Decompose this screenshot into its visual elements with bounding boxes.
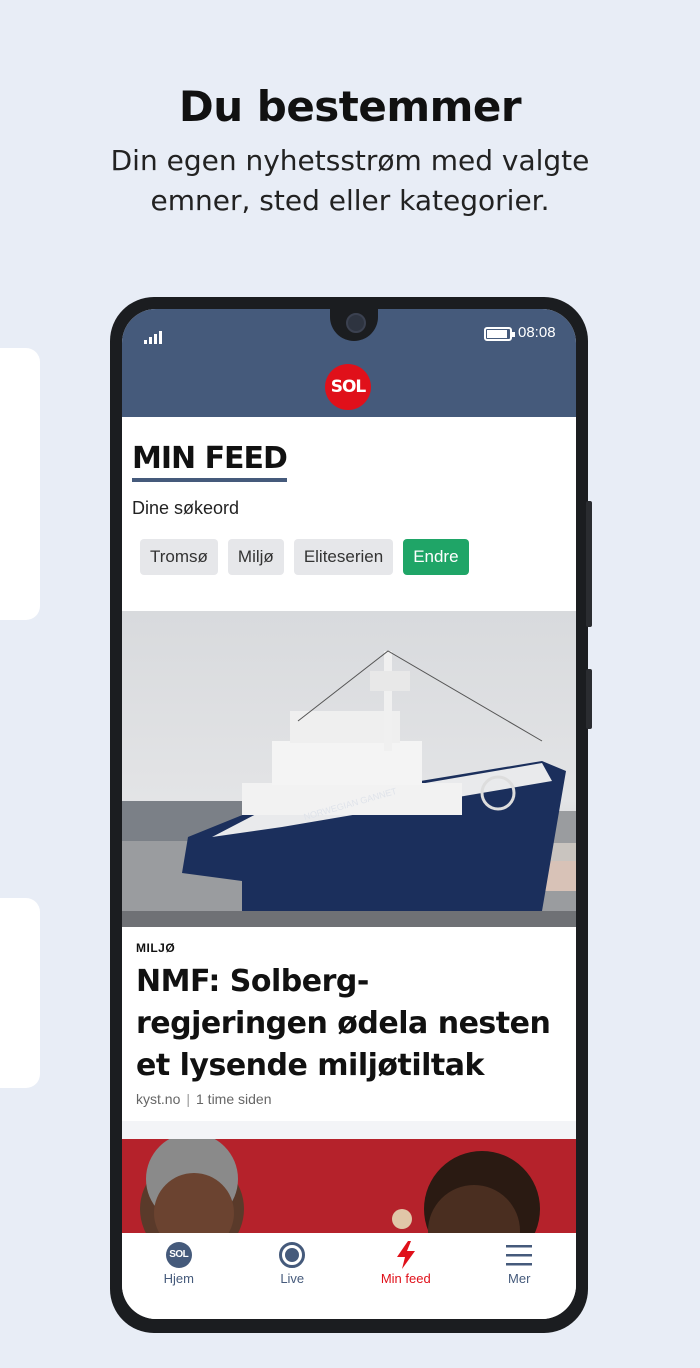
phone-frame: 08:08 SOL MIN FEED Dine søkeord Tromsø M… xyxy=(110,297,592,1333)
side-card-top xyxy=(0,348,40,620)
promo-title: Du bestemmer xyxy=(178,82,522,131)
feed-header: MIN FEED Dine søkeord Tromsø Miljø Elite… xyxy=(122,417,576,611)
article-card-next[interactable] xyxy=(122,1139,576,1233)
lightning-icon xyxy=(396,1241,415,1269)
signal-icon xyxy=(144,331,162,344)
sol-logo[interactable]: SOL xyxy=(325,364,371,410)
nav-label-live: Live xyxy=(280,1271,305,1286)
phone-button-volume xyxy=(586,501,592,627)
phone-button-power xyxy=(586,669,592,729)
search-term-chips: Tromsø Miljø Eliteserien Endre xyxy=(132,539,566,575)
promo-headline: Du bestemmer Din egen nyhetsstrøm med va… xyxy=(0,82,700,221)
article-card[interactable]: NORWEGIAN GANNET MILJØ NMF: Solberg- reg… xyxy=(122,611,576,1121)
nav-hjem[interactable]: SOL Hjem xyxy=(122,1233,236,1319)
search-terms-label: Dine søkeord xyxy=(132,498,240,518)
chip-tromso[interactable]: Tromsø xyxy=(140,539,218,575)
feed-title: MIN FEED xyxy=(132,441,288,482)
feed-content[interactable]: MIN FEED Dine søkeord Tromsø Miljø Elite… xyxy=(122,417,576,1233)
phone-screen: 08:08 SOL MIN FEED Dine søkeord Tromsø M… xyxy=(122,309,576,1319)
article-time: 1 time siden xyxy=(196,1091,272,1107)
nav-live[interactable]: Live xyxy=(236,1233,350,1319)
live-icon xyxy=(279,1242,306,1268)
app-header: 08:08 SOL xyxy=(122,309,576,417)
article-title[interactable]: NMF: Solberg- regjeringen ødela nesten e… xyxy=(136,961,556,1087)
side-card-bottom xyxy=(0,898,40,1088)
article-meta: kyst.no | 1 time siden xyxy=(136,1091,272,1107)
article-image[interactable]: NORWEGIAN GANNET xyxy=(122,611,576,927)
bottom-navigation: SOL Hjem Live Min feed Mer xyxy=(122,1233,576,1319)
nav-label-hjem: Hjem xyxy=(163,1271,194,1286)
article-category[interactable]: MILJØ xyxy=(136,941,175,955)
edit-button[interactable]: Endre xyxy=(403,539,469,575)
ship-image xyxy=(122,650,576,927)
chip-eliteserien[interactable]: Eliteserien xyxy=(293,539,394,575)
status-time: 08:08 xyxy=(518,324,556,341)
menu-icon xyxy=(506,1245,533,1266)
nav-mer[interactable]: Mer xyxy=(463,1233,577,1319)
nav-min-feed[interactable]: Min feed xyxy=(349,1233,463,1319)
camera-notch xyxy=(330,309,378,341)
nav-label-mer: Mer xyxy=(508,1271,531,1286)
people-image xyxy=(122,1139,576,1233)
chip-miljo[interactable]: Miljø xyxy=(227,539,284,575)
nav-label-min-feed: Min feed xyxy=(380,1271,431,1286)
article-source: kyst.no xyxy=(136,1091,181,1107)
sol-home-icon: SOL xyxy=(165,1242,192,1268)
promo-subtitle: Din egen nyhetsstrøm med valgte emner, s… xyxy=(110,144,590,217)
battery-icon xyxy=(484,327,515,341)
